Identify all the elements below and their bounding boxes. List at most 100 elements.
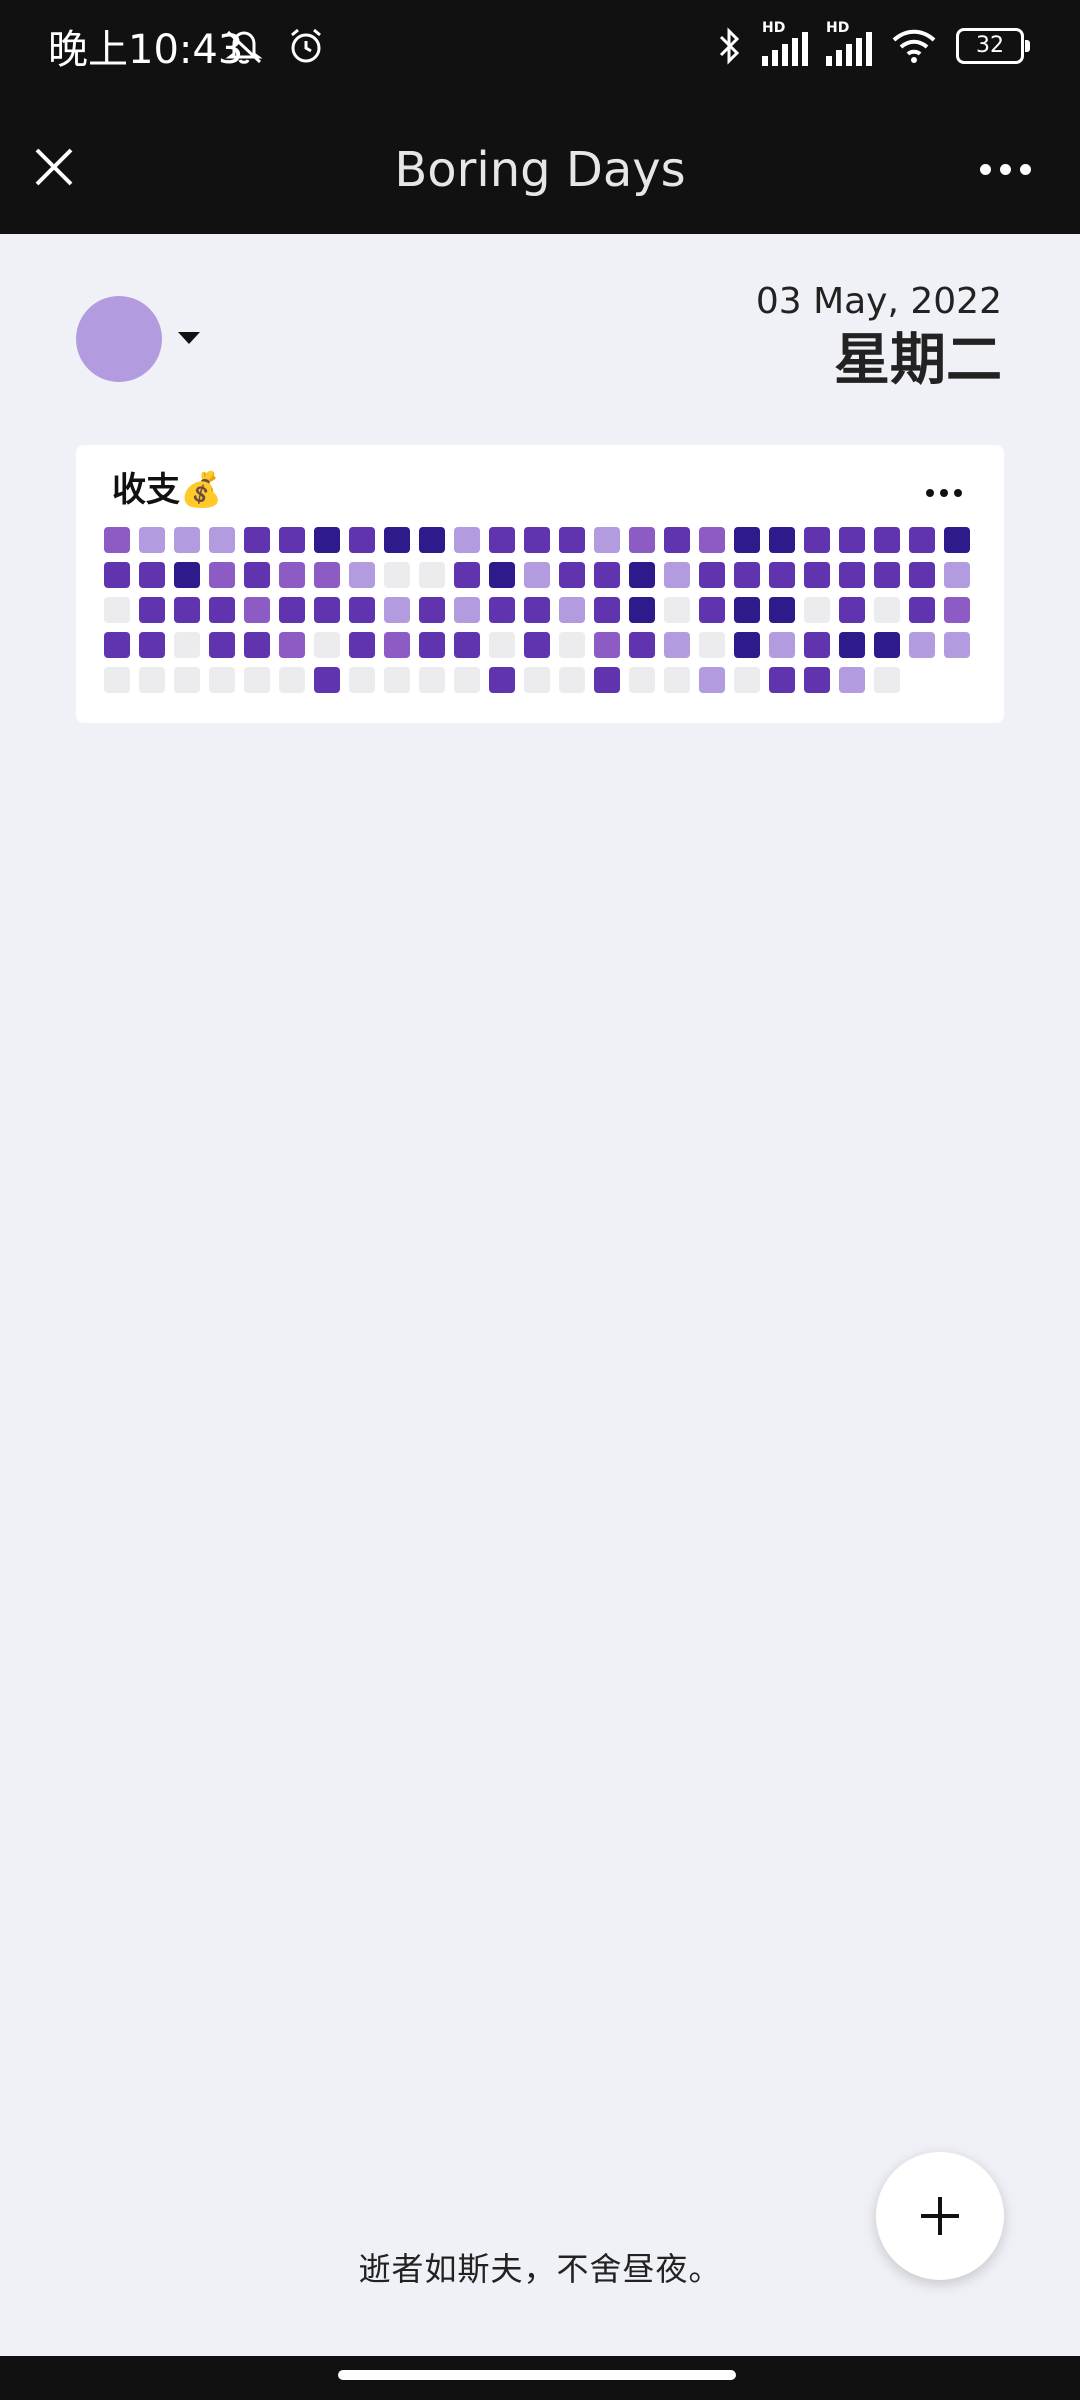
heatmap-cell[interactable]	[454, 562, 480, 588]
heatmap-cell[interactable]	[664, 632, 690, 658]
heatmap-cell[interactable]	[349, 597, 375, 623]
heatmap-cell[interactable]	[804, 527, 830, 553]
heatmap-cell[interactable]	[139, 597, 165, 623]
heatmap-cell[interactable]	[419, 562, 445, 588]
heatmap-cell[interactable]	[559, 597, 585, 623]
home-indicator[interactable]	[338, 2370, 736, 2380]
heatmap-cell[interactable]	[384, 667, 410, 693]
heatmap-cell[interactable]	[874, 562, 900, 588]
heatmap-cell[interactable]	[349, 667, 375, 693]
heatmap-cell[interactable]	[699, 527, 725, 553]
heatmap-cell[interactable]	[594, 667, 620, 693]
heatmap-cell[interactable]	[279, 527, 305, 553]
heatmap-cell[interactable]	[349, 527, 375, 553]
heatmap-cell[interactable]	[454, 597, 480, 623]
heatmap-cell[interactable]	[909, 527, 935, 553]
heatmap-cell[interactable]	[874, 527, 900, 553]
heatmap-cell[interactable]	[349, 632, 375, 658]
heatmap-cell[interactable]	[314, 527, 340, 553]
heatmap-cell[interactable]	[244, 667, 270, 693]
heatmap-cell[interactable]	[489, 562, 515, 588]
heatmap-cell[interactable]	[244, 562, 270, 588]
heatmap-cell[interactable]	[524, 527, 550, 553]
heatmap-cell[interactable]	[104, 562, 130, 588]
heatmap-cell[interactable]	[384, 527, 410, 553]
heatmap-cell[interactable]	[559, 667, 585, 693]
heatmap-cell[interactable]	[489, 632, 515, 658]
heatmap-cell[interactable]	[874, 632, 900, 658]
heatmap-cell[interactable]	[419, 632, 445, 658]
heatmap-cell[interactable]	[314, 632, 340, 658]
heatmap-cell[interactable]	[384, 562, 410, 588]
heatmap-cell[interactable]	[174, 562, 200, 588]
heatmap-cell[interactable]	[699, 562, 725, 588]
heatmap-cell[interactable]	[104, 632, 130, 658]
avatar[interactable]	[76, 296, 162, 382]
heatmap-cell[interactable]	[839, 667, 865, 693]
heatmap-cell[interactable]	[559, 632, 585, 658]
heatmap-cell[interactable]	[454, 632, 480, 658]
heatmap-cell[interactable]	[629, 527, 655, 553]
heatmap-cell[interactable]	[559, 562, 585, 588]
heatmap-cell[interactable]	[279, 562, 305, 588]
heatmap-cell[interactable]	[209, 632, 235, 658]
card-more-button[interactable]	[914, 473, 974, 513]
heatmap-cell[interactable]	[279, 632, 305, 658]
heatmap-cell[interactable]	[524, 667, 550, 693]
heatmap-cell[interactable]	[734, 527, 760, 553]
heatmap-cell[interactable]	[454, 527, 480, 553]
heatmap-cell[interactable]	[874, 667, 900, 693]
heatmap-cell[interactable]	[699, 597, 725, 623]
heatmap-cell[interactable]	[699, 667, 725, 693]
heatmap-cell[interactable]	[664, 562, 690, 588]
heatmap-cell[interactable]	[559, 527, 585, 553]
heatmap-cell[interactable]	[419, 667, 445, 693]
heatmap-cell[interactable]	[664, 667, 690, 693]
heatmap-cell[interactable]	[209, 562, 235, 588]
heatmap-cell[interactable]	[244, 597, 270, 623]
heatmap-cell[interactable]	[839, 597, 865, 623]
heatmap-cell[interactable]	[769, 667, 795, 693]
heatmap-cell[interactable]	[664, 597, 690, 623]
heatmap-cell[interactable]	[104, 667, 130, 693]
tracker-card[interactable]: 收支💰	[76, 445, 1004, 723]
heatmap-cell[interactable]	[524, 562, 550, 588]
heatmap-cell[interactable]	[734, 667, 760, 693]
more-options-button[interactable]	[970, 144, 1040, 194]
heatmap-cell[interactable]	[944, 562, 970, 588]
heatmap-cell[interactable]	[594, 562, 620, 588]
heatmap-cell[interactable]	[594, 597, 620, 623]
heatmap-cell[interactable]	[909, 562, 935, 588]
heatmap-cell[interactable]	[629, 632, 655, 658]
heatmap-cell[interactable]	[629, 597, 655, 623]
heatmap-cell[interactable]	[174, 667, 200, 693]
heatmap-cell[interactable]	[314, 597, 340, 623]
heatmap-cell[interactable]	[804, 667, 830, 693]
heatmap-cell[interactable]	[804, 562, 830, 588]
heatmap-cell[interactable]	[139, 667, 165, 693]
heatmap-cell[interactable]	[419, 527, 445, 553]
heatmap-cell[interactable]	[174, 527, 200, 553]
heatmap-cell[interactable]	[139, 562, 165, 588]
heatmap-cell[interactable]	[419, 597, 445, 623]
heatmap-cell[interactable]	[769, 562, 795, 588]
heatmap-cell[interactable]	[594, 527, 620, 553]
heatmap-cell[interactable]	[839, 562, 865, 588]
heatmap-cell[interactable]	[314, 667, 340, 693]
heatmap-cell[interactable]	[699, 632, 725, 658]
heatmap-cell[interactable]	[874, 597, 900, 623]
caret-down-icon[interactable]	[178, 332, 200, 344]
heatmap-cell[interactable]	[629, 667, 655, 693]
heatmap-cell[interactable]	[454, 667, 480, 693]
heatmap-cell[interactable]	[804, 632, 830, 658]
heatmap-cell[interactable]	[209, 667, 235, 693]
heatmap-cell[interactable]	[769, 632, 795, 658]
heatmap-cell[interactable]	[944, 632, 970, 658]
heatmap-cell[interactable]	[909, 632, 935, 658]
heatmap-cell[interactable]	[104, 527, 130, 553]
heatmap-cell[interactable]	[769, 527, 795, 553]
heatmap-cell[interactable]	[209, 527, 235, 553]
heatmap-cell[interactable]	[384, 632, 410, 658]
heatmap-cell[interactable]	[734, 562, 760, 588]
heatmap-cell[interactable]	[209, 597, 235, 623]
